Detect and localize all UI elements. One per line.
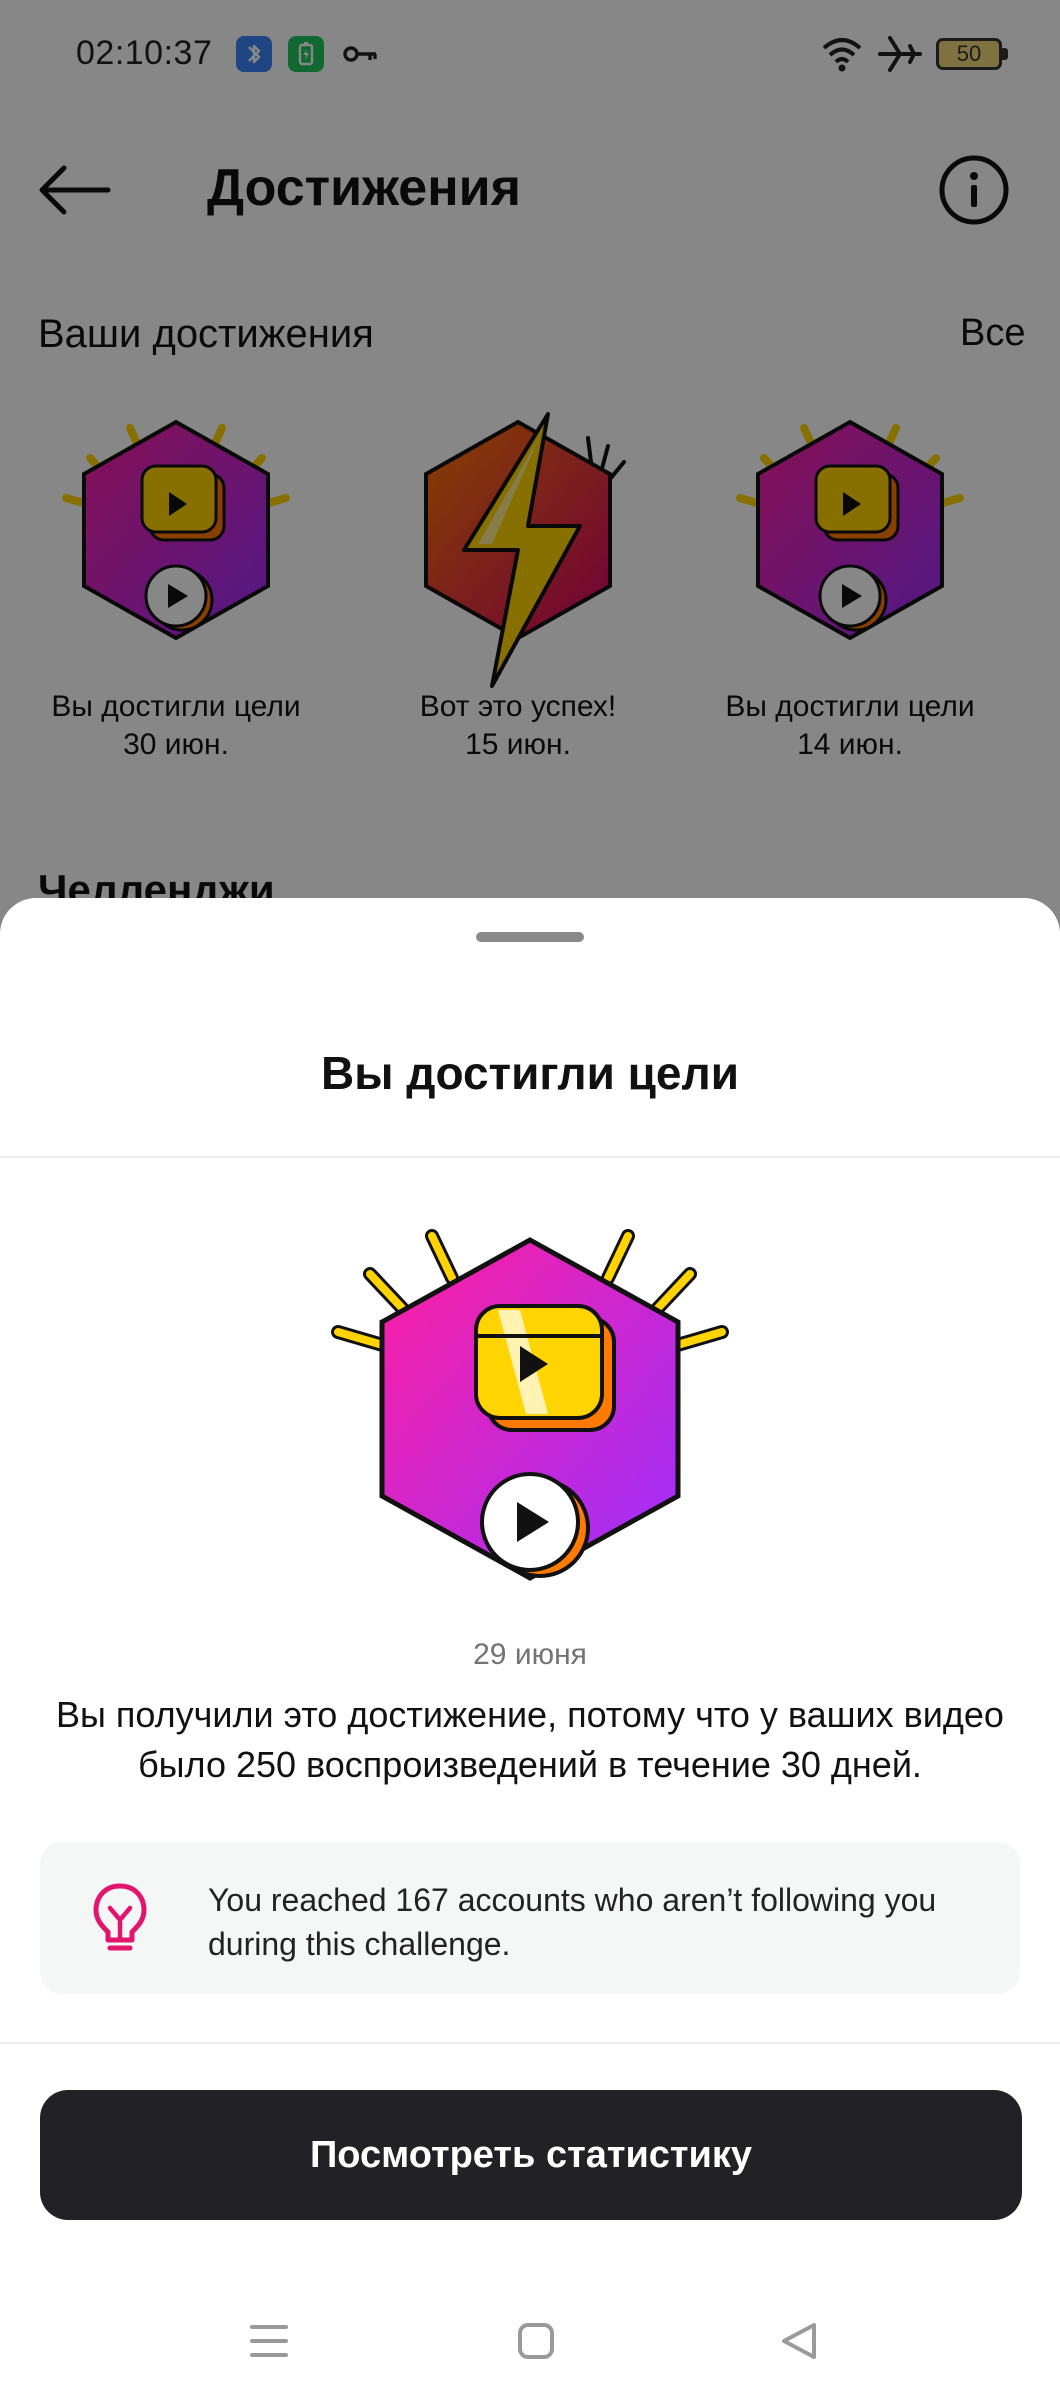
achievement-bottom-sheet: Вы достигли цели 29 июня Вы получили это… — [0, 898, 1060, 2396]
tip-card: You reached 167 accounts who aren’t foll… — [40, 1842, 1020, 1994]
back-triangle-icon[interactable] — [778, 2320, 820, 2367]
home-square-icon[interactable] — [516, 2320, 556, 2367]
divider — [0, 2042, 1060, 2044]
sheet-drag-handle[interactable] — [476, 932, 584, 942]
menu-icon[interactable] — [248, 2320, 290, 2367]
achievement-description: Вы получили это достижение, потому что у… — [56, 1694, 1004, 1785]
tip-text: You reached 167 accounts who aren’t foll… — [208, 1882, 937, 1962]
lightbulb-icon — [90, 1880, 150, 1961]
sheet-title: Вы достигли цели — [320, 1047, 740, 1099]
achievement-date: 29 июня — [473, 1638, 587, 1671]
divider — [0, 1156, 1060, 1158]
system-nav-bar — [0, 2270, 1060, 2396]
reels-goal-badge-icon — [331, 1229, 729, 1581]
view-stats-button[interactable]: Посмотреть статистику — [40, 2090, 1022, 2220]
